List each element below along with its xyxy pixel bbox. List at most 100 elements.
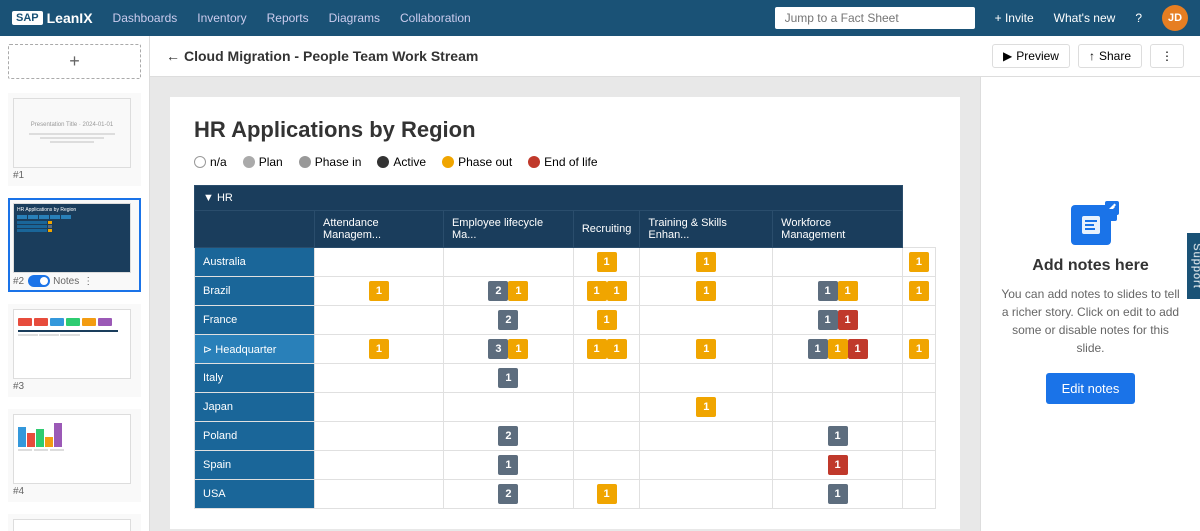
legend-label-na: n/a bbox=[210, 155, 227, 169]
whats-new-button[interactable]: What's new bbox=[1054, 11, 1116, 25]
table-cell: 1 bbox=[773, 480, 903, 509]
legend-dot-na bbox=[194, 156, 206, 168]
col-header-3: Training & Skills Enhan... bbox=[640, 211, 773, 248]
fact-sheet-search[interactable] bbox=[775, 7, 975, 29]
group-header-row: ▼ HR bbox=[195, 186, 936, 211]
invite-button[interactable]: + Invite bbox=[995, 11, 1034, 25]
collapse-icon[interactable]: ▼ bbox=[203, 192, 214, 204]
table-cell: 11 bbox=[773, 277, 903, 306]
support-tab[interactable]: Support bbox=[1187, 233, 1200, 299]
slide-thumb-3[interactable]: #3 bbox=[8, 304, 141, 397]
slide-4-number: #4 bbox=[13, 486, 136, 497]
table-cell bbox=[773, 393, 903, 422]
region-cell: Italy bbox=[195, 364, 315, 393]
slide-title: HR Applications by Region bbox=[194, 117, 936, 143]
notes-icon-svg bbox=[1080, 214, 1102, 236]
cell-badge: 1 bbox=[498, 368, 518, 388]
table-cell bbox=[315, 480, 444, 509]
add-slide-button[interactable]: + bbox=[8, 44, 141, 79]
table-cell: 111 bbox=[773, 335, 903, 364]
cell-badge: 1 bbox=[508, 339, 528, 359]
nav-diagrams[interactable]: Diagrams bbox=[329, 11, 380, 25]
slide-canvas: HR Applications by Region n/a Plan bbox=[150, 77, 1200, 531]
table-cell bbox=[773, 248, 903, 277]
user-avatar[interactable]: JD bbox=[1162, 5, 1188, 31]
legend-plan: Plan bbox=[243, 155, 283, 169]
table-row: Poland 2 1 bbox=[195, 422, 936, 451]
cell-badge: 1 bbox=[909, 339, 929, 359]
table-row: France 2 1 11 bbox=[195, 306, 936, 335]
table-cell bbox=[640, 364, 773, 393]
legend-label-eol: End of life bbox=[544, 155, 597, 169]
table-cell bbox=[902, 480, 935, 509]
slide-thumb-4[interactable]: #4 bbox=[8, 409, 141, 502]
legend-label-plan: Plan bbox=[259, 155, 283, 169]
content-area: ← Cloud Migration - People Team Work Str… bbox=[150, 36, 1200, 531]
notes-panel: Add notes here You can add notes to slid… bbox=[980, 77, 1200, 531]
slide-2-number: #2 Notes ⋮ bbox=[13, 275, 136, 287]
cell-badge: 1 bbox=[696, 397, 716, 417]
table-cell: 1 bbox=[640, 248, 773, 277]
cell-badge: 1 bbox=[818, 310, 838, 330]
region-cell: ⊳ Headquarter bbox=[195, 335, 315, 364]
nav-reports[interactable]: Reports bbox=[267, 11, 309, 25]
slide-5-preview bbox=[14, 520, 130, 531]
slide-thumb-1[interactable]: Presentation Title · 2024-01-01 #1 bbox=[8, 93, 141, 186]
table-cell: 1 bbox=[573, 306, 640, 335]
cell-badge: 1 bbox=[909, 252, 929, 272]
edit-notes-button[interactable]: Edit notes bbox=[1046, 373, 1136, 404]
logo: SAP LeanIX bbox=[12, 10, 93, 26]
group-label: HR bbox=[217, 192, 233, 204]
sap-logo: SAP bbox=[12, 11, 43, 25]
legend-dot-eol bbox=[528, 156, 540, 168]
table-cell: 1 bbox=[773, 422, 903, 451]
preview-button[interactable]: ▶ Preview bbox=[992, 44, 1070, 68]
nav-collaboration[interactable]: Collaboration bbox=[400, 11, 471, 25]
cell-badge: 1 bbox=[818, 281, 838, 301]
nav-dashboards[interactable]: Dashboards bbox=[113, 11, 178, 25]
cell-badge: 1 bbox=[587, 281, 607, 301]
notes-panel-title: Add notes here bbox=[1032, 257, 1148, 275]
table-cell bbox=[315, 451, 444, 480]
legend-label-phaseout: Phase out bbox=[458, 155, 512, 169]
share-button[interactable]: ↑ Share bbox=[1078, 44, 1142, 68]
region-cell: Brazil bbox=[195, 277, 315, 306]
region-cell: Spain bbox=[195, 451, 315, 480]
notes-toggle[interactable]: Notes bbox=[28, 275, 79, 287]
slide-thumb-5[interactable]: #5 bbox=[8, 514, 141, 531]
region-cell: Poland bbox=[195, 422, 315, 451]
notes-toggle-switch[interactable] bbox=[28, 275, 50, 287]
table-cell: 2 bbox=[443, 306, 573, 335]
nav-inventory[interactable]: Inventory bbox=[197, 11, 246, 25]
more-options-button[interactable]: ⋮ bbox=[1150, 44, 1184, 68]
cell-badge: 1 bbox=[696, 252, 716, 272]
table-cell: 1 bbox=[640, 277, 773, 306]
matrix-table: ▼ HR Attendance Managem... Employee life… bbox=[194, 185, 936, 509]
slide-thumb-2[interactable]: HR Applications by Region bbox=[8, 198, 141, 292]
table-cell: 1 bbox=[573, 480, 640, 509]
back-navigation[interactable]: ← Cloud Migration - People Team Work Str… bbox=[166, 48, 478, 64]
table-cell bbox=[315, 422, 444, 451]
slide-2-more[interactable]: ⋮ bbox=[83, 276, 93, 287]
table-cell bbox=[902, 364, 935, 393]
cell-badge: 1 bbox=[828, 455, 848, 475]
legend-phaseout: Phase out bbox=[442, 155, 512, 169]
table-cell bbox=[443, 248, 573, 277]
back-arrow-icon: ← bbox=[166, 48, 180, 64]
legend-dot-phaseout bbox=[442, 156, 454, 168]
table-cell: 1 bbox=[902, 335, 935, 364]
main-layout: + Presentation Title · 2024-01-01 #1 HR … bbox=[0, 36, 1200, 531]
help-button[interactable]: ? bbox=[1135, 11, 1142, 25]
table-row: ⊳ Headquarter 1 31 11 1 111 1 bbox=[195, 335, 936, 364]
table-cell: 1 bbox=[315, 277, 444, 306]
table-cell: 11 bbox=[773, 306, 903, 335]
cell-badge: 1 bbox=[508, 281, 528, 301]
table-cell: 1 bbox=[315, 335, 444, 364]
leanix-logo-text: LeanIX bbox=[47, 10, 93, 26]
edit-icon bbox=[1107, 203, 1117, 213]
legend-active: Active bbox=[377, 155, 426, 169]
table-cell bbox=[573, 451, 640, 480]
table-cell: 1 bbox=[573, 248, 640, 277]
cell-badge: 2 bbox=[488, 281, 508, 301]
cell-badge: 1 bbox=[909, 281, 929, 301]
